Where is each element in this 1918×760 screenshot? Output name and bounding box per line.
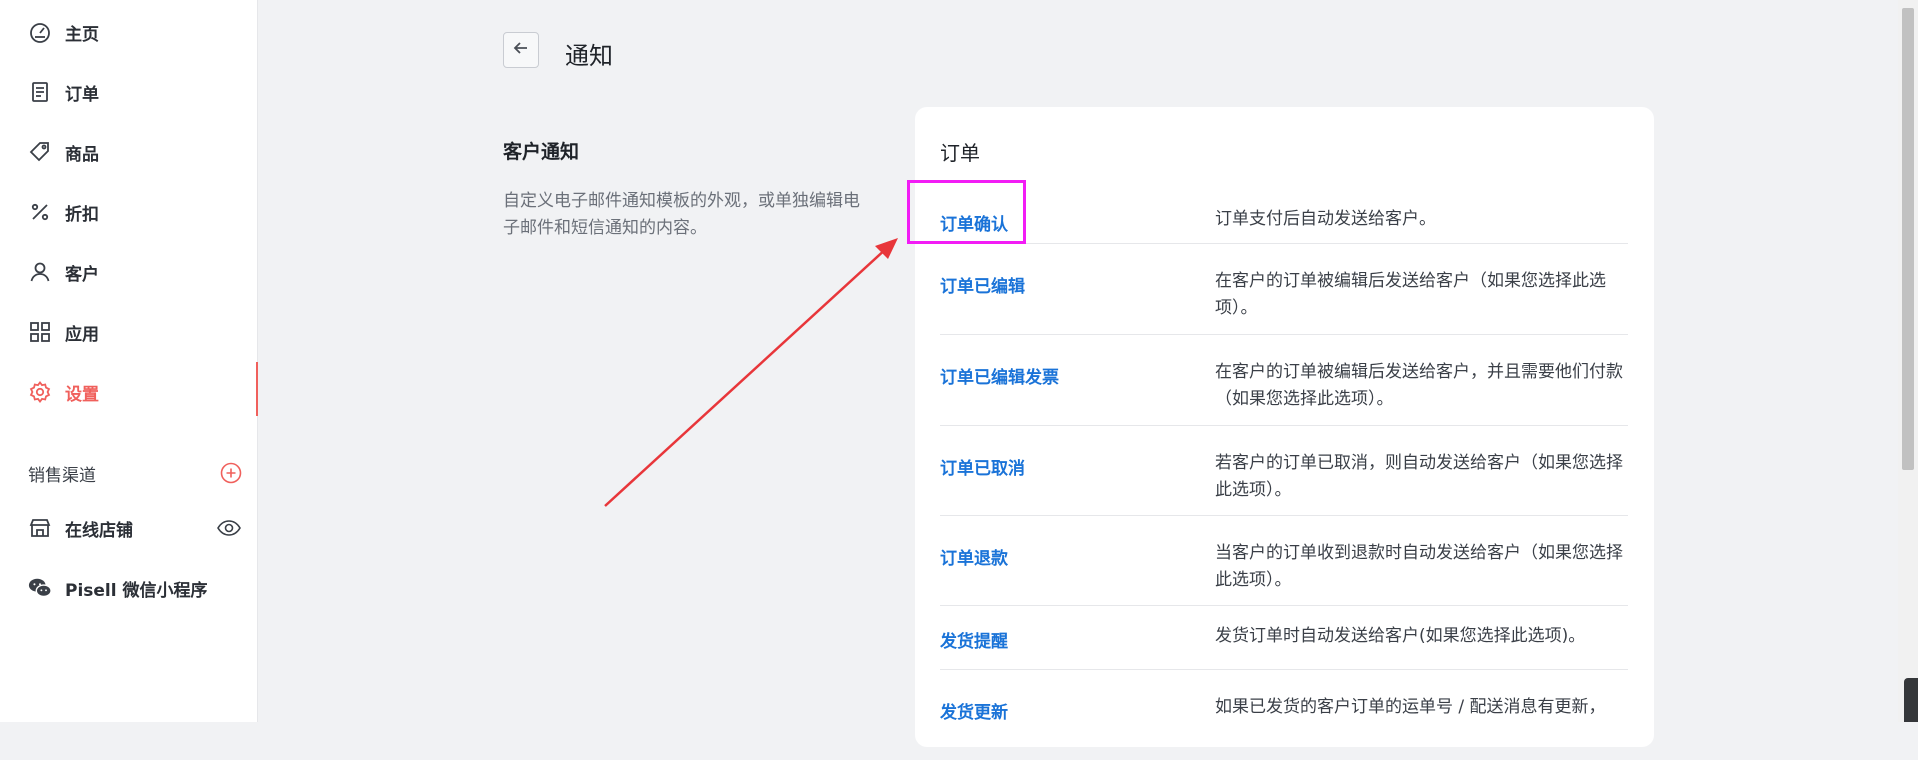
sidebar-item-label: 商品: [65, 144, 99, 165]
sidebar-item-customers[interactable]: 客户: [0, 250, 258, 294]
apps-icon: [28, 320, 52, 344]
arrow-left-icon: [512, 39, 530, 61]
sidebar-item-label: 在线店铺: [65, 520, 133, 541]
back-button[interactable]: [503, 32, 539, 68]
notification-description: 若客户的订单已取消，则自动发送给客户（如果您选择此选项）。: [1215, 453, 1623, 500]
notification-description: 如果已发货的客户订单的运单号 / 配送消息有更新，: [1215, 697, 1606, 717]
sidebar-item-settings[interactable]: 设置: [0, 362, 258, 416]
sidebar-item-label: 折扣: [65, 204, 99, 225]
eye-icon[interactable]: [216, 517, 242, 539]
sidebar-item-label: Pisell 微信小程序: [65, 580, 208, 601]
customer-notifications-description: 自定义电子邮件通知模板的外观，或单独编辑电子邮件和短信通知的内容。: [503, 191, 860, 238]
customer-notifications-title: 客户通知: [503, 141, 580, 163]
list-item: 发货更新 如果已发货的客户订单的运单号 / 配送消息有更新，: [940, 670, 1628, 760]
list-item: 发货提醒 发货订单时自动发送给客户(如果您选择此选项)。: [940, 606, 1628, 670]
card-title: 订单: [940, 141, 980, 165]
sidebar-item-label: 主页: [65, 24, 99, 45]
corner-widget: [1904, 678, 1918, 722]
list-item: 订单确认 订单支付后自动发送给客户。: [940, 201, 1628, 244]
sidebar-item-home[interactable]: 主页: [0, 10, 258, 54]
list-item: 订单已取消 若客户的订单已取消，则自动发送给客户（如果您选择此选项）。: [940, 426, 1628, 516]
user-icon: [28, 260, 52, 284]
notification-link-order-refund[interactable]: 订单退款: [940, 544, 1008, 569]
notification-link-shipping-reminder[interactable]: 发货提醒: [940, 627, 1008, 652]
sidebar-item-label: 客户: [65, 264, 99, 285]
tag-icon: [28, 140, 52, 164]
page-title: 通知: [565, 42, 613, 70]
sidebar-item-orders[interactable]: 订单: [0, 70, 258, 114]
notification-description: 当客户的订单收到退款时自动发送给客户（如果您选择此选项）。: [1215, 543, 1623, 590]
sales-channels-title: 销售渠道: [28, 466, 96, 486]
sidebar-item-wechat-miniprogram[interactable]: Pisell 微信小程序: [0, 566, 258, 610]
gear-icon: [28, 380, 52, 404]
sidebar-item-apps[interactable]: 应用: [0, 310, 258, 354]
notification-link-order-edited[interactable]: 订单已编辑: [940, 272, 1025, 297]
notification-description: 在客户的订单被编辑后发送给客户，并且需要他们付款（如果您选择此选项）。: [1215, 362, 1623, 409]
wechat-icon: [28, 576, 52, 600]
sidebar-item-label: 订单: [65, 84, 99, 105]
highlight-box: [907, 180, 1026, 244]
sidebar-item-products[interactable]: 商品: [0, 130, 258, 174]
notification-description: 在客户的订单被编辑后发送给客户（如果您选择此选项）。: [1215, 271, 1606, 318]
sidebar-item-online-store[interactable]: 在线店铺: [0, 506, 258, 550]
sidebar-item-discounts[interactable]: 折扣: [0, 190, 258, 234]
list-item: 订单已编辑发票 在客户的订单被编辑后发送给客户，并且需要他们付款（如果您选择此选…: [940, 335, 1628, 426]
sidebar-item-label: 应用: [65, 324, 99, 345]
notification-link-shipping-update[interactable]: 发货更新: [940, 698, 1008, 723]
notification-description: 发货订单时自动发送给客户(如果您选择此选项)。: [1215, 626, 1586, 646]
percent-icon: [28, 200, 52, 224]
dashboard-icon: [28, 20, 52, 44]
notification-link-order-edited-invoice[interactable]: 订单已编辑发票: [940, 363, 1059, 388]
notification-description: 订单支付后自动发送给客户。: [1215, 209, 1436, 229]
notification-link-order-cancelled[interactable]: 订单已取消: [940, 454, 1025, 479]
list-item: 订单已编辑 在客户的订单被编辑后发送给客户（如果您选择此选项）。: [940, 244, 1628, 335]
scrollbar-thumb[interactable]: [1902, 8, 1914, 470]
list-item: 订单退款 当客户的订单收到退款时自动发送给客户（如果您选择此选项）。: [940, 516, 1628, 606]
add-channel-button[interactable]: [220, 462, 242, 484]
sidebar-item-label: 设置: [65, 384, 99, 405]
store-icon: [28, 516, 52, 540]
order-icon: [28, 80, 52, 104]
sidebar: 主页 订单 商品 折扣 客户 应用 设置 销售渠道 在线店铺 Pisell 微信…: [0, 0, 258, 722]
